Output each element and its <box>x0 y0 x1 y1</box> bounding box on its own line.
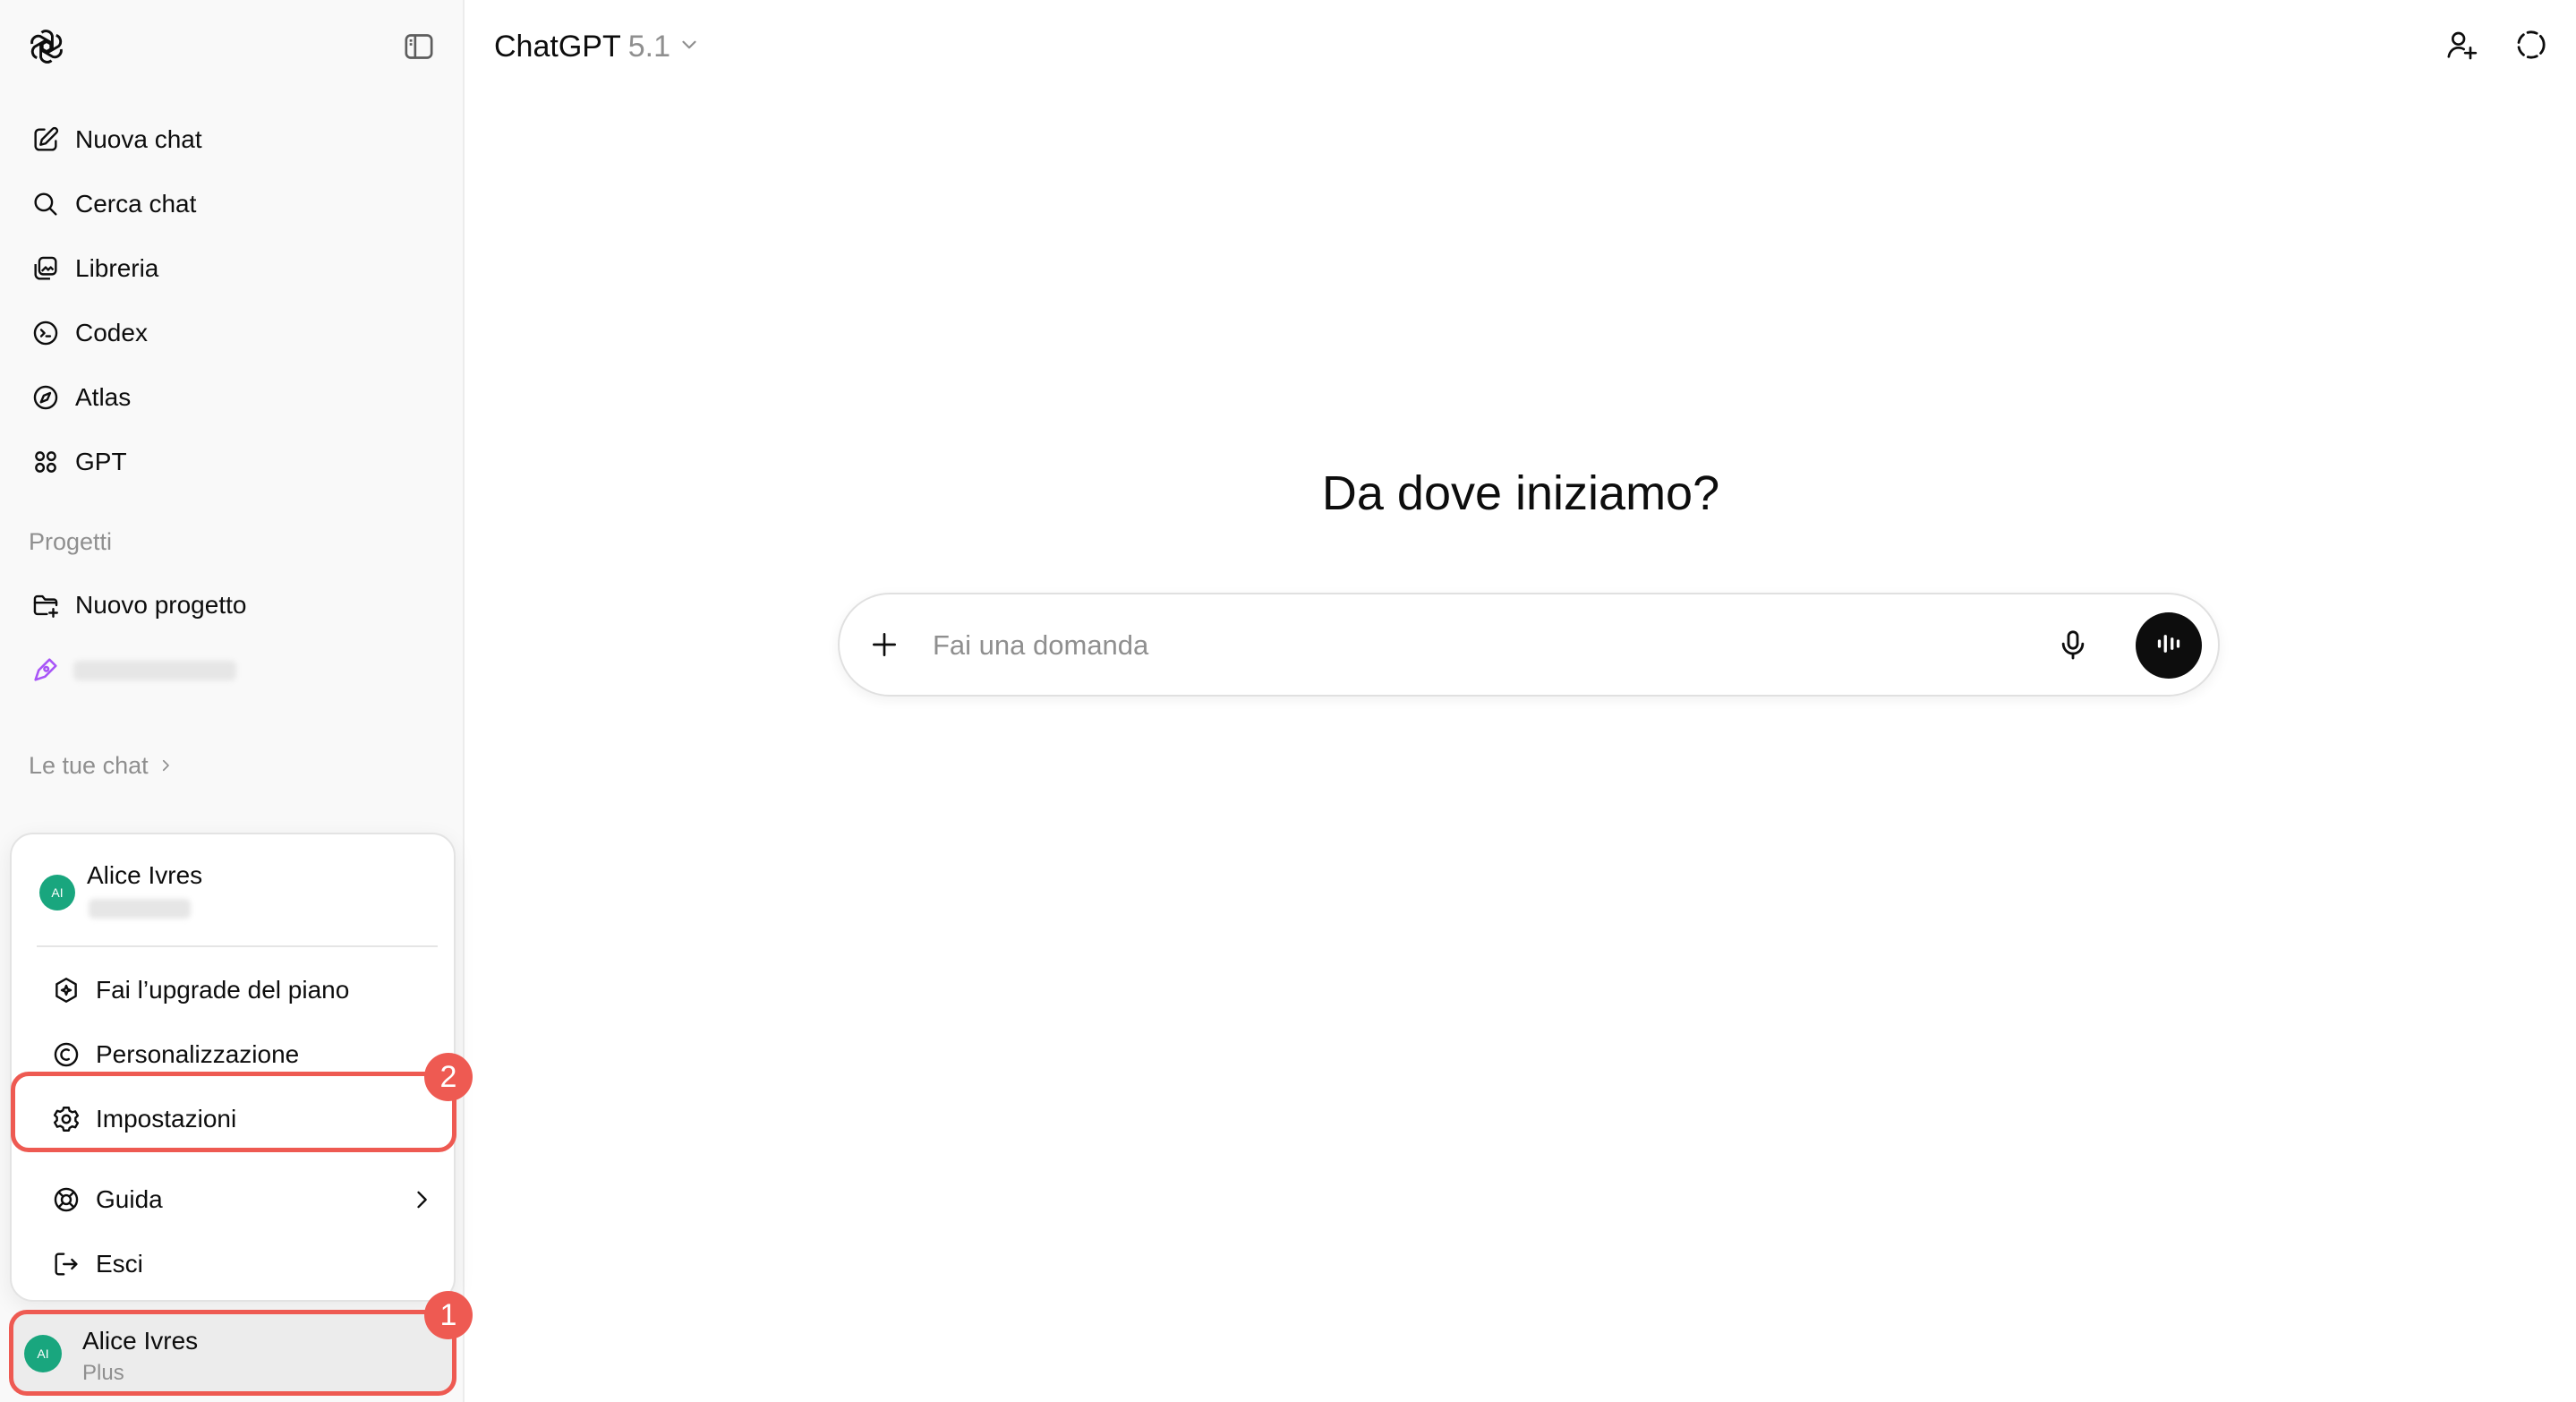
add-attachment-button[interactable] <box>866 627 902 667</box>
library-icon <box>29 252 63 286</box>
menu-item-help[interactable]: Guida <box>22 1171 445 1228</box>
menu-item-label: Personalizzazione <box>96 1040 300 1068</box>
model-name: ChatGPT <box>494 29 621 64</box>
chevron-right-icon <box>409 1187 434 1217</box>
logout-icon <box>49 1247 83 1281</box>
openai-logo-icon[interactable] <box>27 27 66 66</box>
menu-item-label: Guida <box>96 1185 163 1213</box>
account-menu: AI Alice Ivres Fai l’upgrade del piano P… <box>10 833 456 1302</box>
sidebar-item-atlas[interactable]: Atlas <box>14 369 449 426</box>
profile-name: Alice Ivres <box>82 1327 199 1355</box>
microphone-icon[interactable] <box>2055 627 2091 667</box>
menu-item-label: Fai l’upgrade del piano <box>96 976 350 1004</box>
toggle-sidebar-icon[interactable] <box>401 29 437 64</box>
menu-divider <box>37 945 438 947</box>
personalization-icon <box>49 1038 83 1072</box>
menu-item-settings[interactable]: Impostazioni <box>22 1090 445 1148</box>
sidebar-item-codex[interactable]: Codex <box>14 304 449 362</box>
new-chat-icon <box>29 123 63 157</box>
atlas-icon <box>29 380 63 415</box>
gear-icon <box>49 1102 83 1136</box>
codex-icon <box>29 316 63 350</box>
sidebar-item-label: Libreria <box>75 254 159 282</box>
prompt-input[interactable] <box>933 616 1989 675</box>
sidebar-item-label: Nuovo progetto <box>75 591 247 619</box>
sidebar-item-label: GPT <box>75 448 127 475</box>
model-selector[interactable]: ChatGPT 5.1 <box>483 20 712 73</box>
voice-waveform-icon <box>2153 628 2185 664</box>
temporary-chat-button[interactable] <box>2506 21 2556 72</box>
redacted-project-name <box>73 661 236 680</box>
avatar: AI <box>39 875 75 910</box>
help-icon <box>49 1183 83 1217</box>
redacted-email <box>89 899 191 919</box>
chevron-down-icon <box>678 33 701 61</box>
project-pen-icon <box>29 653 63 687</box>
sidebar-item-label: Nuova chat <box>75 125 202 153</box>
dashed-circle-icon <box>2513 27 2549 67</box>
sidebar-item-label: Cerca chat <box>75 190 197 218</box>
account-menu-user-name: Alice Ivres <box>87 861 203 889</box>
search-icon <box>29 187 63 221</box>
your-chats-label: Le tue chat <box>29 752 149 779</box>
chat-composer <box>838 593 2220 697</box>
profile-plan: Plus <box>82 1361 124 1385</box>
projects-section-label: Progetti <box>29 528 112 556</box>
add-people-button[interactable] <box>2436 21 2486 72</box>
sidebar-item-new-chat[interactable]: Nuova chat <box>14 111 449 168</box>
main-heading: Da dove iniziamo? <box>1321 466 1720 520</box>
menu-item-label: Impostazioni <box>96 1105 237 1133</box>
sidebar-item-project[interactable] <box>14 641 449 698</box>
model-version: 5.1 <box>627 29 670 64</box>
grid-icon <box>29 445 63 479</box>
sidebar-item-label: Atlas <box>75 383 132 411</box>
chevron-right-icon <box>158 752 174 780</box>
sidebar-item-gpt[interactable]: GPT <box>14 433 449 491</box>
sidebar-item-label: Codex <box>75 319 148 346</box>
your-chats-section[interactable]: Le tue chat <box>29 752 174 780</box>
add-person-icon <box>2444 27 2479 67</box>
avatar: AI <box>24 1335 62 1372</box>
menu-item-logout[interactable]: Esci <box>22 1235 445 1293</box>
sidebar-item-search[interactable]: Cerca chat <box>14 175 449 233</box>
profile-button[interactable]: AI Alice Ivres Plus <box>13 1314 455 1391</box>
projects-label: Progetti <box>29 528 113 555</box>
highlight-badge-2: 2 <box>424 1053 473 1101</box>
menu-item-personalization[interactable]: Personalizzazione <box>22 1026 445 1083</box>
sidebar-item-library[interactable]: Libreria <box>14 240 449 297</box>
menu-item-label: Esci <box>96 1250 143 1278</box>
sidebar-item-new-project[interactable]: Nuovo progetto <box>14 577 449 634</box>
highlight-badge-1: 1 <box>424 1291 473 1339</box>
menu-item-upgrade[interactable]: Fai l’upgrade del piano <box>22 962 445 1019</box>
new-folder-icon <box>29 588 63 622</box>
upgrade-icon <box>49 973 83 1007</box>
voice-mode-button[interactable] <box>2136 612 2202 679</box>
